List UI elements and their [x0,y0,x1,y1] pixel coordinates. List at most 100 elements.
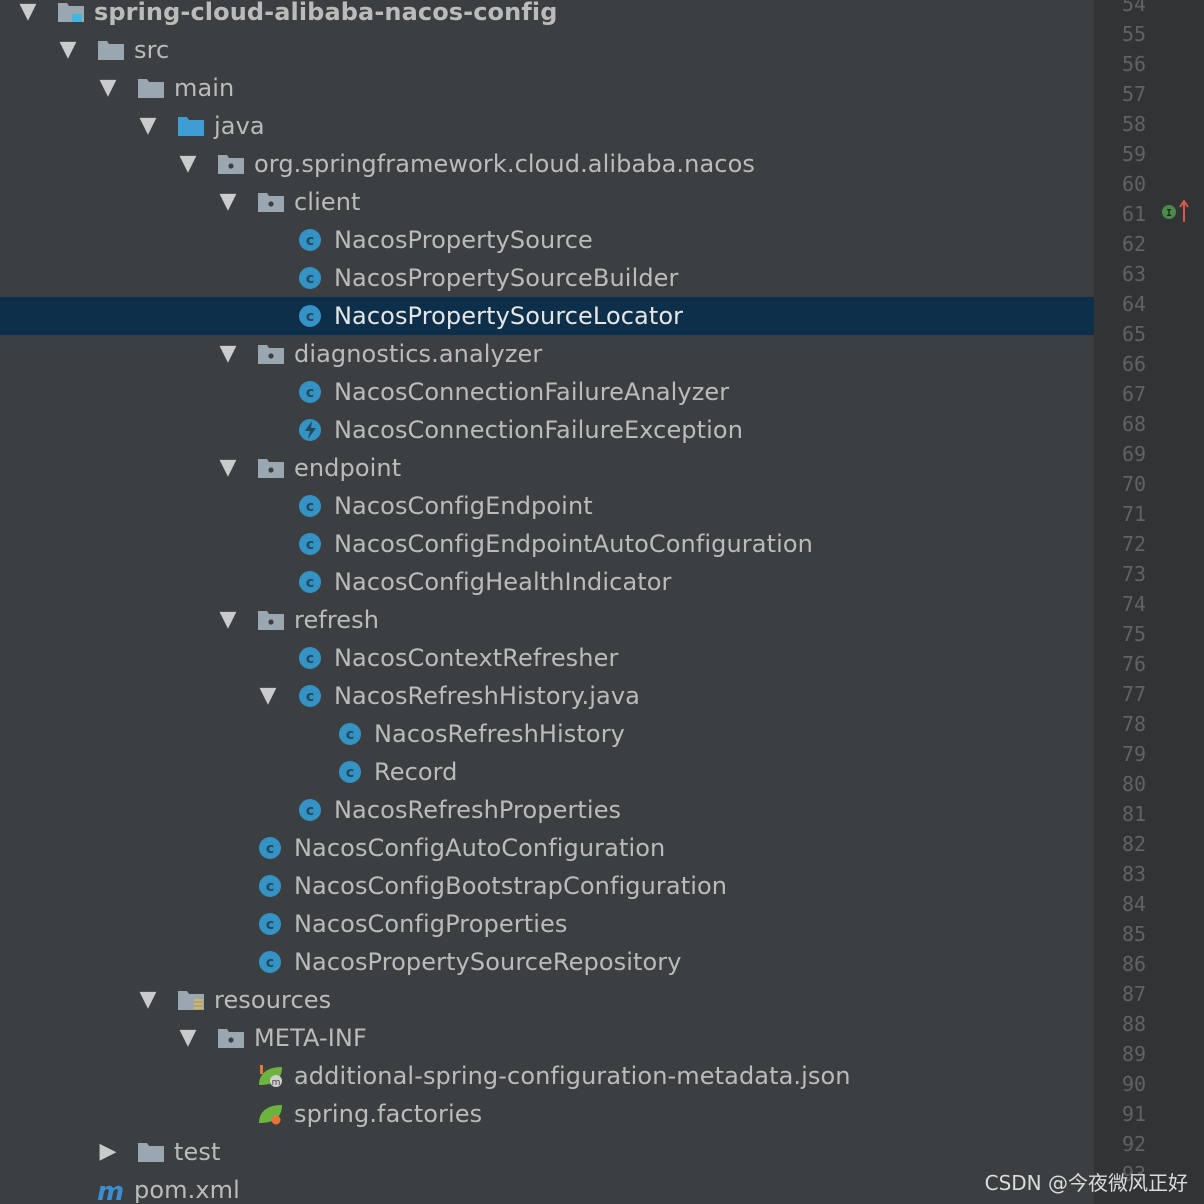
tree-item-label: NacosRefreshHistory [374,720,625,748]
expand-arrow-icon[interactable]: ▼ [16,0,40,31]
package-folder-icon [216,152,246,176]
java-class-icon: c [296,646,326,670]
spring-metadata-file-icon: m [256,1064,286,1088]
tree-item-label: org.springframework.cloud.alibaba.nacos [254,150,755,178]
line-number: 55 [1121,22,1147,46]
line-number: 83 [1121,862,1147,886]
svg-text:c: c [266,955,274,971]
line-number: 88 [1121,1012,1147,1036]
tree-item-label: NacosRefreshProperties [334,796,622,824]
expand-arrow-icon[interactable]: ▼ [256,677,280,715]
tree-row[interactable]: c NacosConfigEndpoint [0,487,1094,525]
tree-item-label: pom.xml [134,1176,240,1204]
tree-row[interactable]: c NacosConfigProperties [0,905,1094,943]
line-number: 81 [1121,802,1147,826]
svg-text:c: c [306,651,314,667]
svg-text:c: c [266,841,274,857]
line-number: 91 [1121,1102,1147,1126]
java-class-icon: c [256,950,286,974]
tree-item-label: refresh [294,606,380,634]
line-number: 70 [1121,472,1147,496]
tree-row[interactable]: ▼ java [0,107,1094,145]
tree-item-label: NacosConfigEndpoint [334,492,593,520]
tree-row[interactable]: ▼ spring-cloud-alibaba-nacos-config [0,0,1094,31]
line-number: 73 [1121,562,1147,586]
line-number: 78 [1121,712,1147,736]
package-folder-icon [256,190,286,214]
svg-text:c: c [306,385,314,401]
line-number: 66 [1121,352,1147,376]
expand-arrow-icon[interactable]: ▼ [216,601,240,639]
tree-row[interactable]: c NacosConfigHealthIndicator [0,563,1094,601]
tree-row[interactable]: ▼ main [0,69,1094,107]
expand-arrow-icon[interactable]: ▼ [136,981,160,1019]
svg-text:c: c [266,917,274,933]
line-number: 75 [1121,622,1147,646]
tree-item-label: NacosPropertySource [334,226,593,254]
line-number: 56 [1121,52,1147,76]
line-number: 89 [1121,1042,1147,1066]
package-folder-icon [256,456,286,480]
tree-row[interactable]: c Record [0,753,1094,791]
expand-arrow-icon[interactable]: ▼ [216,335,240,373]
tree-row[interactable]: ▼ diagnostics.analyzer [0,335,1094,373]
java-class-icon: c [256,836,286,860]
java-class-icon: c [296,494,326,518]
line-number: 77 [1121,682,1147,706]
tree-row[interactable]: NacosConnectionFailureException [0,411,1094,449]
expand-arrow-icon[interactable]: ▼ [96,69,120,107]
tree-row[interactable]: ▼ c NacosRefreshHistory.java [0,677,1094,715]
expand-arrow-icon[interactable]: ▼ [216,183,240,221]
tree-row[interactable]: ▼ org.springframework.cloud.alibaba.naco… [0,145,1094,183]
tree-row[interactable]: ▼ META-INF [0,1019,1094,1057]
tree-item-label: NacosConfigHealthIndicator [334,568,672,596]
svg-text:c: c [306,309,314,325]
tree-item-label: NacosPropertySourceLocator [334,302,684,330]
svg-text:c: c [266,879,274,895]
tree-row[interactable]: c NacosRefreshProperties [0,791,1094,829]
expand-arrow-icon[interactable]: ▼ [176,1019,200,1057]
tree-item-label: spring.factories [294,1100,483,1128]
tree-item-label: NacosConnectionFailureAnalyzer [334,378,730,406]
svg-text:c: c [346,765,354,781]
folder-icon [96,38,126,62]
tree-item-label: resources [214,986,332,1014]
tree-row[interactable]: c NacosPropertySourceBuilder [0,259,1094,297]
tree-row[interactable]: ▼ resources [0,981,1094,1019]
tree-row[interactable]: spring.factories [0,1095,1094,1133]
tree-row[interactable]: c NacosConnectionFailureAnalyzer [0,373,1094,411]
tree-row[interactable]: c NacosConfigEndpointAutoConfiguration [0,525,1094,563]
expand-arrow-icon[interactable]: ▼ [56,31,80,69]
line-number: 54 [1121,0,1147,16]
project-tree-panel[interactable]: ▼ spring-cloud-alibaba-nacos-config ▼ src… [0,0,1094,1204]
tree-item-label: NacosConnectionFailureException [334,416,744,444]
expand-arrow-icon[interactable]: ▼ [136,107,160,145]
tree-row[interactable]: m additional-spring-configuration-metadat… [0,1057,1094,1095]
tree-row[interactable]: ▼ endpoint [0,449,1094,487]
tree-row[interactable]: c NacosRefreshHistory [0,715,1094,753]
tree-row-selected[interactable]: c NacosPropertySourceLocator [0,297,1094,335]
svg-text:c: c [306,537,314,553]
tree-row[interactable]: m pom.xml [0,1171,1094,1204]
tree-row[interactable]: ▼ client [0,183,1094,221]
line-number: 69 [1121,442,1147,466]
tree-row[interactable]: c NacosConfigBootstrapConfiguration [0,867,1094,905]
watermark-text: CSDN @今夜微风正好 [984,1171,1188,1195]
tree-row[interactable]: c NacosPropertySourceRepository [0,943,1094,981]
tree-row[interactable]: ▼ refresh [0,601,1094,639]
tree-item-label: test [174,1138,221,1166]
expand-arrow-icon[interactable]: ▼ [216,449,240,487]
spring-factories-file-icon [256,1102,286,1126]
package-folder-icon [256,608,286,632]
line-number: 87 [1121,982,1147,1006]
tree-row[interactable]: ▶ test [0,1133,1094,1171]
tree-row[interactable]: ▼ src [0,31,1094,69]
java-class-icon: c [296,304,326,328]
collapse-arrow-icon[interactable]: ▶ [96,1133,120,1171]
line-number: 64 [1121,292,1147,316]
tree-row[interactable]: c NacosContextRefresher [0,639,1094,677]
tree-row[interactable]: c NacosConfigAutoConfiguration [0,829,1094,867]
tree-row[interactable]: c NacosPropertySource [0,221,1094,259]
expand-arrow-icon[interactable]: ▼ [176,145,200,183]
java-class-icon: c [296,684,326,708]
